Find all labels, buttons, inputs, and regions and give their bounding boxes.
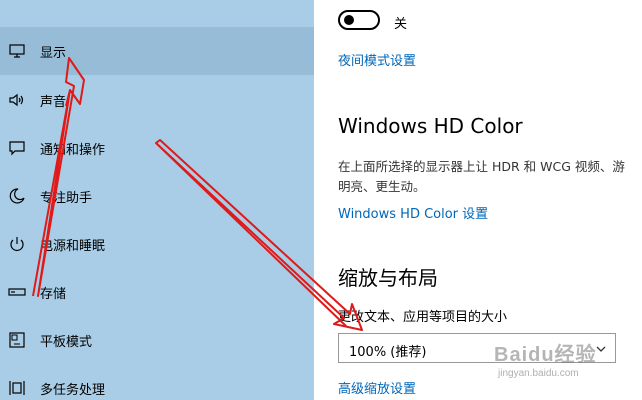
sidebar-item-storage[interactable]: 存储 <box>0 268 314 316</box>
sidebar-item-label: 平板模式 <box>40 334 93 350</box>
sidebar: 显示 声音 通知和操作 专注助手 电源和睡眠 存储 平板模式 多任务处理 <box>0 0 314 400</box>
chevron-down-icon <box>596 346 606 352</box>
settings-window: 显示 声音 通知和操作 专注助手 电源和睡眠 存储 平板模式 多任务处理 关 夜… <box>0 0 642 400</box>
night-light-state: 关 <box>394 17 408 32</box>
sidebar-item-label: 声音 <box>40 94 67 110</box>
text-size-label: 更改文本、应用等项目的大小 <box>338 310 508 325</box>
hd-color-settings-link[interactable]: Windows HD Color 设置 <box>338 203 488 222</box>
scale-dropdown-value: 100% (推荐) <box>349 345 427 360</box>
sidebar-item-multitasking[interactable]: 多任务处理 <box>0 364 314 400</box>
sidebar-item-power[interactable]: 电源和睡眠 <box>0 220 314 268</box>
moon-icon <box>8 187 26 205</box>
hd-color-description-line1: 在上面所选择的显示器上让 HDR 和 WCG 视频、游 <box>338 159 625 174</box>
sidebar-item-label: 存储 <box>40 286 67 302</box>
hd-color-description-line2: 明亮、更生动。 <box>338 179 426 194</box>
multitask-icon <box>8 379 26 397</box>
display-settings-panel: 关 夜间模式设置 Windows HD Color 在上面所选择的显示器上让 H… <box>314 0 642 400</box>
sidebar-item-label: 电源和睡眠 <box>40 238 106 254</box>
sidebar-item-notifications[interactable]: 通知和操作 <box>0 124 314 172</box>
night-light-toggle[interactable] <box>338 10 380 30</box>
night-light-settings-link[interactable]: 夜间模式设置 <box>338 50 416 69</box>
sidebar-item-display[interactable]: 显示 <box>0 27 314 75</box>
sidebar-item-label: 专注助手 <box>40 190 93 206</box>
notification-icon <box>8 139 26 157</box>
sidebar-item-focus-assist[interactable]: 专注助手 <box>0 172 314 220</box>
sidebar-item-tablet-mode[interactable]: 平板模式 <box>0 316 314 364</box>
sidebar-item-label: 多任务处理 <box>40 382 106 398</box>
scale-layout-title: 缩放与布局 <box>338 266 438 290</box>
sidebar-item-sound[interactable]: 声音 <box>0 76 314 124</box>
hd-color-title: Windows HD Color <box>338 114 523 138</box>
sidebar-item-label: 显示 <box>40 45 67 61</box>
tablet-icon <box>8 331 26 349</box>
storage-icon <box>8 283 26 301</box>
scale-dropdown[interactable]: 100% (推荐) <box>338 333 616 363</box>
advanced-scaling-link[interactable]: 高级缩放设置 <box>338 378 416 397</box>
sidebar-item-label: 通知和操作 <box>40 142 106 158</box>
toggle-knob <box>344 15 354 25</box>
power-icon <box>8 235 26 253</box>
monitor-icon <box>8 42 26 60</box>
speaker-icon <box>8 91 26 109</box>
